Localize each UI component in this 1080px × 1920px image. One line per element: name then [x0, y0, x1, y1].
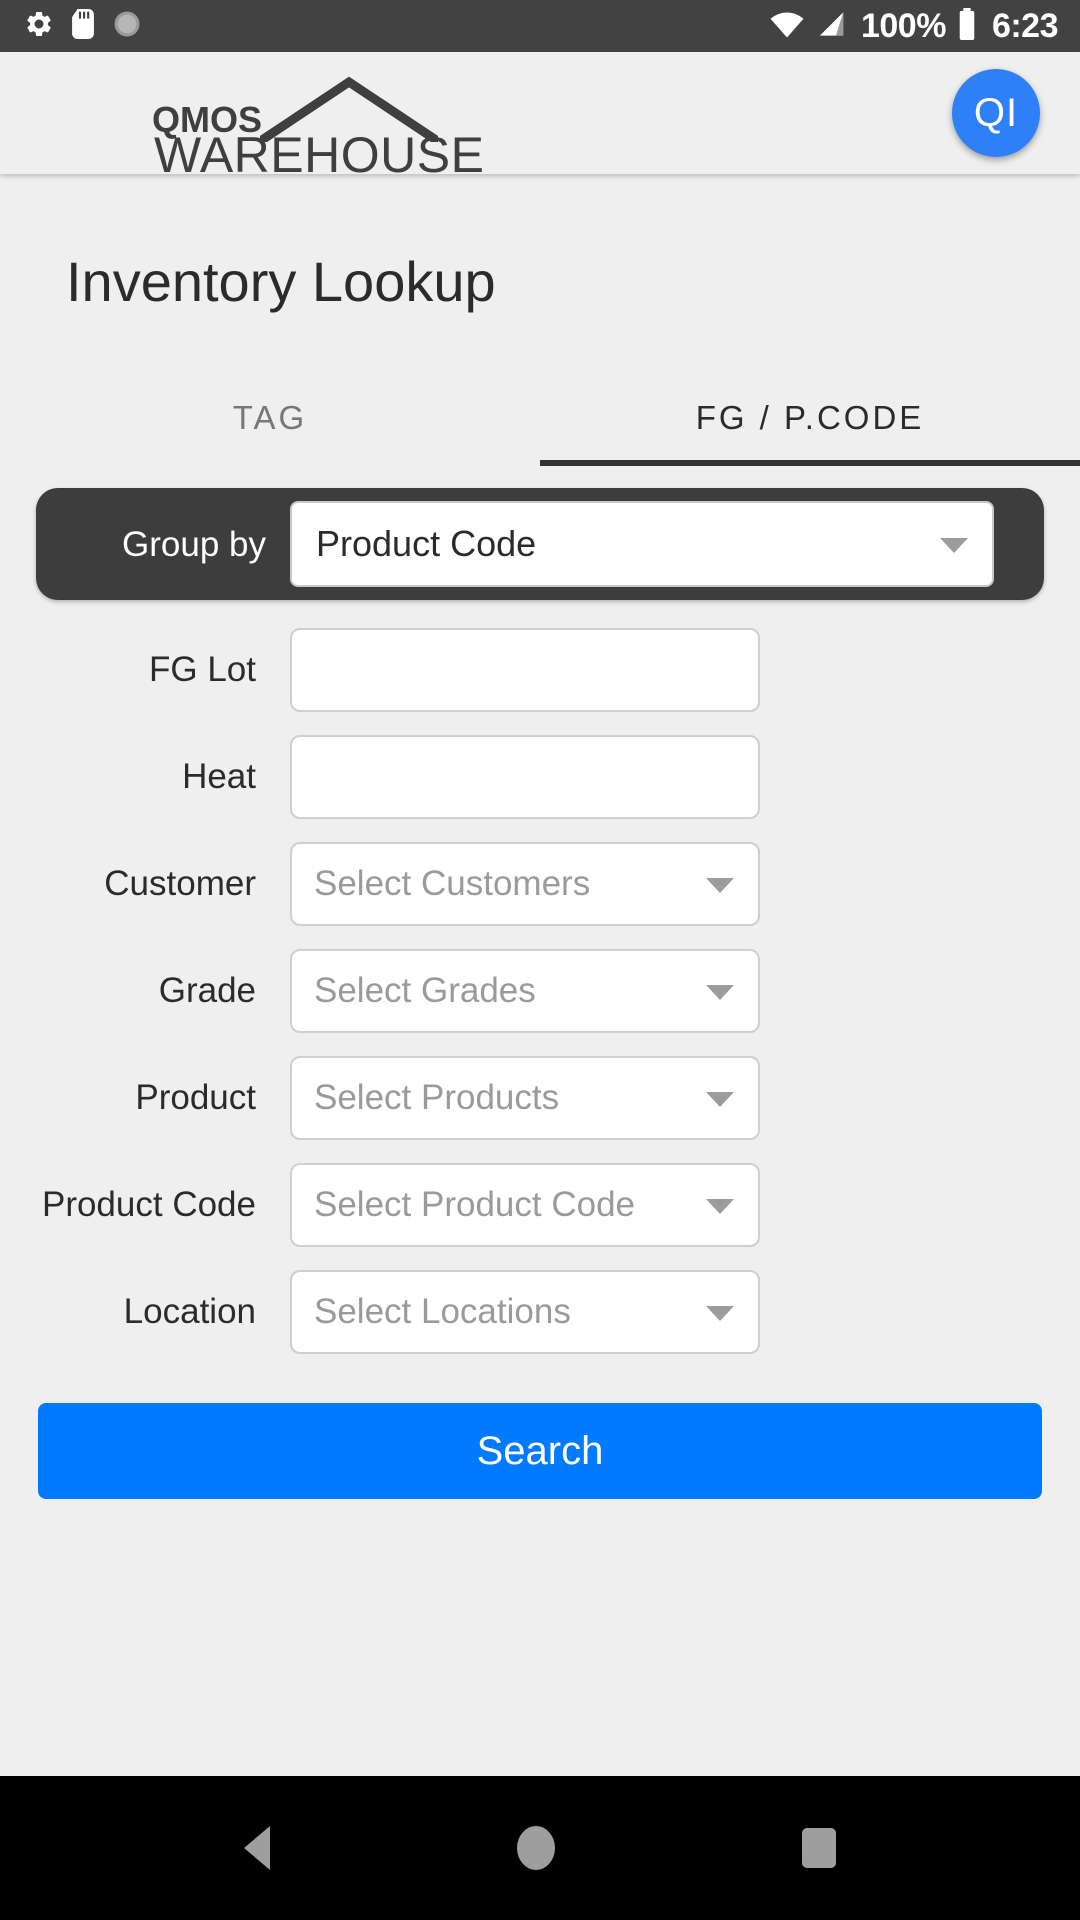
fg-lot-label: FG Lot [149, 650, 256, 689]
system-navigation-bar [0, 1776, 1080, 1920]
group-by-select[interactable]: Product Code [290, 501, 994, 587]
product-placeholder: Select Products [314, 1078, 560, 1117]
logo-warehouse-text: WAREHOUSE [154, 127, 485, 183]
location-select[interactable]: Select Locations [290, 1269, 760, 1354]
battery-percent-label: 100% [860, 7, 946, 45]
back-triangle-icon[interactable] [243, 1826, 270, 1870]
tab-bar: TAG FG / P.CODE [0, 370, 1080, 466]
cell-signal-icon [817, 9, 849, 44]
tab-tag[interactable]: TAG [0, 370, 540, 466]
sync-circle-icon [112, 9, 142, 44]
search-button[interactable]: Search [38, 1403, 1042, 1499]
wifi-icon [769, 9, 805, 44]
grade-placeholder: Select Grades [314, 971, 536, 1010]
app-screen: 100% 6:23 QMOS WAREHOUSE QI Inventory Lo… [0, 0, 1080, 1920]
chevron-down-icon [940, 538, 968, 553]
battery-icon [958, 7, 976, 45]
group-by-label: Group by [122, 524, 266, 564]
search-form: FG Lot Heat Customer Select Customers Gr… [0, 616, 1080, 1365]
avatar[interactable]: QI [952, 69, 1040, 157]
main-content: Inventory Lookup TAG FG / P.CODE Group b… [0, 174, 1080, 1776]
sd-card-icon [72, 8, 94, 44]
clock-label: 6:23 [991, 7, 1059, 45]
grade-label: Grade [158, 971, 256, 1010]
fg-lot-input[interactable] [290, 627, 760, 712]
form-row-fg-lot: FG Lot [0, 616, 1080, 723]
product-code-select[interactable]: Select Product Code [290, 1162, 760, 1247]
product-code-placeholder: Select Product Code [314, 1185, 636, 1224]
form-row-customer: Customer Select Customers [0, 830, 1080, 937]
tab-active-indicator [540, 460, 1080, 466]
recents-square-icon[interactable] [802, 1828, 837, 1868]
status-bar-right-icons: 100% 6:23 [769, 7, 1059, 45]
chevron-down-icon [706, 1091, 734, 1107]
product-select[interactable]: Select Products [290, 1055, 760, 1140]
status-bar: 100% 6:23 [0, 0, 1080, 52]
customer-select[interactable]: Select Customers [290, 841, 760, 926]
form-row-product-code: Product Code Select Product Code [0, 1151, 1080, 1258]
product-code-label: Product Code [41, 1185, 256, 1224]
heat-input[interactable] [290, 734, 760, 819]
page-title: Inventory Lookup [66, 250, 496, 313]
tab-fg-pcode[interactable]: FG / P.CODE [540, 370, 1080, 466]
group-by-bar: Group by Product Code [36, 488, 1044, 600]
heat-label: Heat [182, 757, 256, 796]
chevron-down-icon [706, 877, 734, 893]
grade-select[interactable]: Select Grades [290, 948, 760, 1033]
form-row-location: Location Select Locations [0, 1258, 1080, 1365]
form-row-product: Product Select Products [0, 1044, 1080, 1151]
chevron-down-icon [706, 1305, 734, 1321]
form-row-grade: Grade Select Grades [0, 937, 1080, 1044]
status-bar-left-icons [24, 8, 142, 44]
gear-icon [24, 9, 54, 44]
customer-label: Customer [104, 864, 256, 903]
form-row-heat: Heat [0, 723, 1080, 830]
app-header: QMOS WAREHOUSE QI [0, 52, 1080, 180]
location-label: Location [123, 1292, 256, 1331]
customer-placeholder: Select Customers [314, 864, 591, 903]
group-by-value: Product Code [316, 523, 537, 564]
home-circle-icon[interactable] [516, 1826, 555, 1870]
app-logo: QMOS WAREHOUSE [152, 76, 484, 180]
chevron-down-icon [706, 984, 734, 1000]
chevron-down-icon [706, 1198, 734, 1214]
location-placeholder: Select Locations [314, 1292, 571, 1331]
product-label: Product [135, 1078, 256, 1117]
